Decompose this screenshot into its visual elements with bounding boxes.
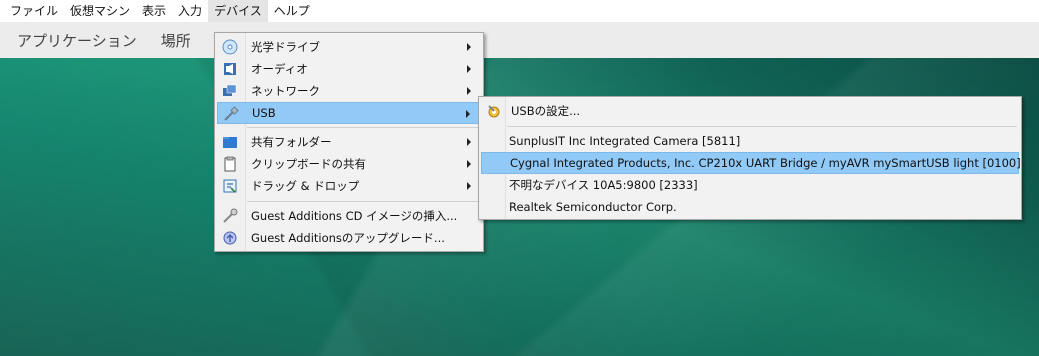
usb-settings-icon [485,102,503,120]
devices-menu: 光学ドライブ オーディオ ネットワーク USB 共有フォルダー クリップボードの… [214,32,484,252]
clipboard-icon [221,155,239,173]
devices-item-insert-guest-additions[interactable]: Guest Additions CD イメージの挿入... [217,205,481,227]
usb-device-item[interactable]: SunplusIT Inc Integrated Camera [5811] [481,130,1019,152]
devices-item-audio[interactable]: オーディオ [217,58,481,80]
network-icon [221,82,239,100]
devices-item-shared-folder[interactable]: 共有フォルダー [217,131,481,153]
menu-machine[interactable]: 仮想マシン [64,0,136,22]
shared-folder-icon [221,133,239,151]
guest-top-panel: アプリケーション 場所 [0,22,1039,58]
chevron-right-icon [467,182,471,190]
usb-device-item[interactable]: Cygnal Integrated Products, Inc. CP210x … [481,152,1021,174]
guest-additions-upgrade-icon [221,229,239,247]
guest-places-menu[interactable]: 場所 [161,30,191,51]
usb-settings-item[interactable]: USBの設定... [481,100,1019,122]
chevron-right-icon [467,87,471,95]
menu-input[interactable]: 入力 [172,0,208,22]
devices-item-optical-drive[interactable]: 光学ドライブ [217,36,481,58]
usb-icon [222,105,240,123]
guest-applications-menu[interactable]: アプリケーション [17,30,137,51]
devices-item-clipboard[interactable]: クリップボードの共有 [217,153,481,175]
drag-drop-icon [221,177,239,195]
chevron-right-icon [467,65,471,73]
host-menubar: ファイル 仮想マシン 表示 入力 デバイス ヘルプ [0,0,1039,22]
usb-device-item[interactable]: Realtek Semiconductor Corp. [481,196,1019,218]
chevron-right-icon [467,160,471,168]
devices-item-upgrade-guest-additions[interactable]: Guest Additionsのアップグレード... [217,227,481,249]
chevron-right-icon [467,138,471,146]
audio-icon [221,60,239,78]
chevron-right-icon [466,110,470,118]
usb-device-item[interactable]: 不明なデバイス 10A5:9800 [2333] [481,174,1019,196]
menu-view[interactable]: 表示 [136,0,172,22]
guest-additions-cd-icon [221,207,239,225]
devices-item-network[interactable]: ネットワーク [217,80,481,102]
menu-help[interactable]: ヘルプ [268,0,316,22]
usb-submenu: USBの設定... SunplusIT Inc Integrated Camer… [478,96,1022,220]
menu-devices[interactable]: デバイス [208,0,268,22]
devices-item-usb[interactable]: USB [217,102,481,124]
devices-item-drag-drop[interactable]: ドラッグ & ドロップ [217,175,481,197]
menu-file[interactable]: ファイル [4,0,64,22]
optical-drive-icon [221,38,239,56]
chevron-right-icon [467,43,471,51]
